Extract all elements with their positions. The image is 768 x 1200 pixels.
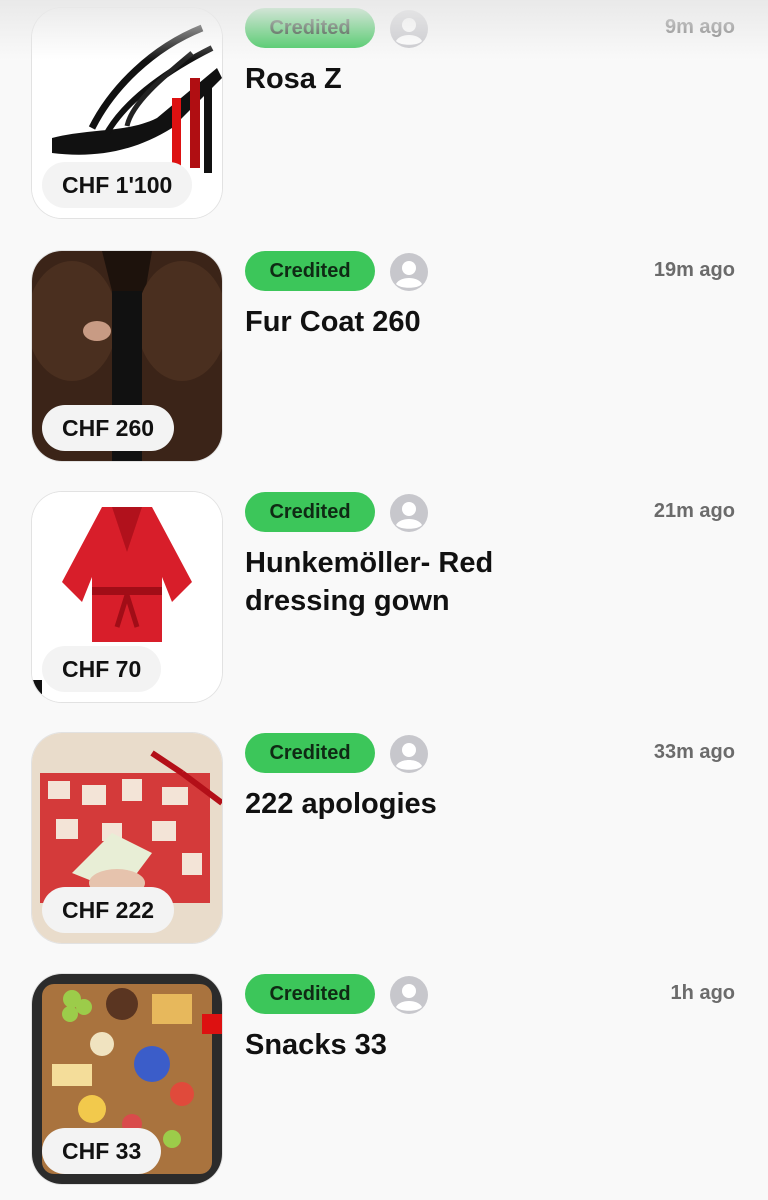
item-title[interactable]: Fur Coat 260 <box>245 303 575 341</box>
item-title[interactable]: 222 apologies <box>245 785 575 823</box>
item-thumbnail[interactable]: CHF 1'100 <box>32 8 222 218</box>
item-thumbnail[interactable]: CHF 33 <box>32 974 222 1184</box>
timestamp: 9m ago <box>664 16 735 38</box>
status-badge: Credited <box>245 492 375 532</box>
price-tag: CHF 1'100 <box>42 162 193 208</box>
person-circle-icon[interactable] <box>390 10 428 48</box>
person-circle-icon[interactable] <box>390 253 428 291</box>
person-circle-icon[interactable] <box>390 976 428 1014</box>
price-tag: CHF 260 <box>42 405 175 451</box>
status-badge: Credited <box>245 251 375 291</box>
timestamp: 21m ago <box>653 500 735 522</box>
list-item[interactable]: CHF 1'100 Credited 9m ago Rosa Z <box>0 8 768 228</box>
price-tag: CHF 33 <box>42 1128 162 1174</box>
person-circle-icon[interactable] <box>390 494 428 532</box>
status-badge: Credited <box>245 8 375 48</box>
contribution-feed: CHF 1'100 Credited 9m ago Rosa Z CHF 260… <box>0 0 768 1200</box>
item-title[interactable]: Snacks 33 <box>245 1026 575 1064</box>
item-thumbnail[interactable]: CHF 260 <box>32 251 222 461</box>
status-badge: Credited <box>245 733 375 773</box>
price-tag: CHF 222 <box>42 887 175 933</box>
list-item[interactable]: CHF 70 Credited 21m ago Hunkemöller- Red… <box>0 492 768 712</box>
status-badge: Credited <box>245 974 375 1014</box>
timestamp: 19m ago <box>653 259 735 281</box>
item-thumbnail[interactable]: CHF 222 <box>32 733 222 943</box>
person-circle-icon[interactable] <box>390 735 428 773</box>
item-title[interactable]: Rosa Z <box>245 60 575 98</box>
list-item[interactable]: CHF 260 Credited 19m ago Fur Coat 260 <box>0 251 768 471</box>
timestamp: 1h ago <box>670 982 735 1004</box>
item-thumbnail[interactable]: CHF 70 <box>32 492 222 702</box>
item-title[interactable]: Hunkemöller- Red dressing gown <box>245 544 575 620</box>
list-item[interactable]: CHF 222 Credited 33m ago 222 apologies <box>0 733 768 953</box>
price-tag: CHF 70 <box>42 646 162 692</box>
timestamp: 33m ago <box>653 741 735 763</box>
list-item[interactable]: CHF 33 Credited 1h ago Snacks 33 <box>0 974 768 1194</box>
